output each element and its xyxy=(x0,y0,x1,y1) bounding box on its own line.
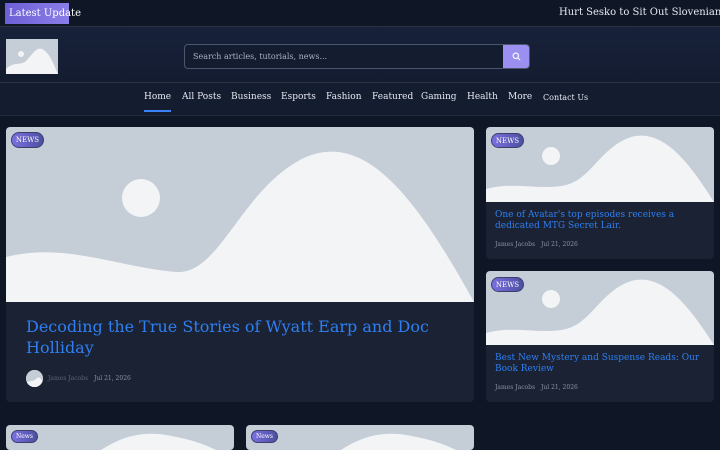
side-article-card[interactable]: NEWS One of Avatar's top episodes receiv… xyxy=(486,127,714,259)
side-article-date: Jul 21, 2026 xyxy=(541,241,578,248)
featured-date: Jul 21, 2026 xyxy=(94,375,131,382)
side-article-author[interactable]: James Jacobs xyxy=(495,241,535,248)
latest-update-label: Latest Update xyxy=(5,3,81,24)
featured-title[interactable]: Decoding the True Stories of Wyatt Earp … xyxy=(26,316,446,358)
image-placeholder-icon[interactable] xyxy=(6,39,58,74)
nav-item-contact-us[interactable]: Contact Us xyxy=(543,93,588,102)
page: Latest Update Hurt Sesko to Sit Out Slov… xyxy=(0,0,720,450)
news-badge[interactable]: NEWS xyxy=(491,133,524,148)
news-badge[interactable]: NEWS xyxy=(491,277,524,292)
bottom-article-card[interactable]: News xyxy=(6,425,234,450)
side-article-date: Jul 21, 2026 xyxy=(541,384,578,391)
nav-item-business[interactable]: Business xyxy=(231,92,271,102)
search-input[interactable] xyxy=(185,45,504,68)
news-badge[interactable]: News xyxy=(11,430,38,443)
search-bar xyxy=(184,44,530,69)
ticker-headline[interactable]: Hurt Sesko to Sit Out Slovenian Nations xyxy=(559,7,720,18)
nav-item-esports[interactable]: Esports xyxy=(281,92,316,102)
side-article-meta: James Jacobs Jul 21, 2026 xyxy=(495,241,582,248)
bottom-article-card[interactable]: News xyxy=(246,425,474,450)
nav-item-all-posts[interactable]: All Posts xyxy=(182,92,221,102)
side-article-meta: James Jacobs Jul 21, 2026 xyxy=(495,384,582,391)
site-header xyxy=(0,27,720,83)
ticker-bar: Latest Update Hurt Sesko to Sit Out Slov… xyxy=(0,0,720,27)
bottom-image-placeholder-icon xyxy=(246,425,474,450)
news-badge[interactable]: NEWS xyxy=(11,132,44,148)
side-article-title[interactable]: Best New Mystery and Suspense Reads: Our… xyxy=(495,353,705,375)
nav-item-fashion[interactable]: Fashion xyxy=(326,92,362,102)
featured-meta: James Jacobs Jul 21, 2026 xyxy=(48,375,135,382)
main-nav: Home All Posts Business Esports Fashion … xyxy=(0,83,720,116)
side-article-card[interactable]: NEWS Best New Mystery and Suspense Reads… xyxy=(486,271,714,402)
news-badge[interactable]: News xyxy=(251,430,278,443)
featured-image-placeholder-icon xyxy=(6,127,474,302)
nav-item-more[interactable]: More xyxy=(508,92,532,102)
featured-article-card[interactable]: NEWS Decoding the True Stories of Wyatt … xyxy=(6,127,474,402)
search-icon xyxy=(512,49,521,64)
side-article-author[interactable]: James Jacobs xyxy=(495,384,535,391)
author-avatar xyxy=(26,370,43,387)
side-article-title[interactable]: One of Avatar's top episodes receives a … xyxy=(495,210,705,232)
featured-author[interactable]: James Jacobs xyxy=(48,375,88,382)
nav-item-home[interactable]: Home xyxy=(144,92,172,112)
nav-item-gaming[interactable]: Gaming xyxy=(421,92,457,102)
nav-item-health[interactable]: Health xyxy=(467,92,498,102)
nav-item-featured[interactable]: Featured xyxy=(372,92,413,102)
bottom-image-placeholder-icon xyxy=(6,425,234,450)
search-button[interactable] xyxy=(503,45,529,68)
